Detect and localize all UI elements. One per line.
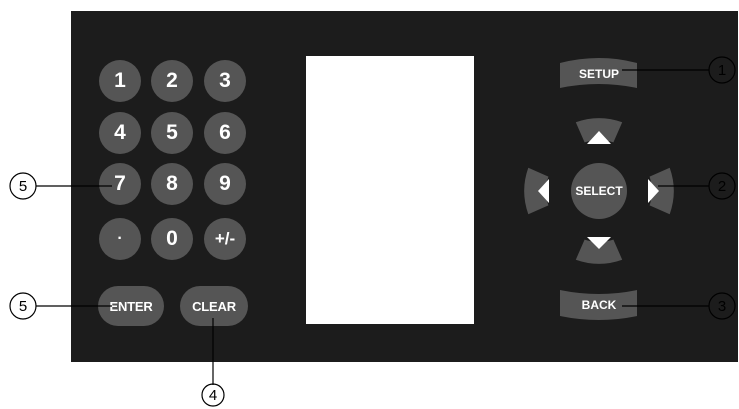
- callout-2-number: 2: [718, 178, 726, 195]
- callout-1-number: 1: [718, 62, 726, 79]
- back-label: BACK: [582, 298, 617, 312]
- diagram-overlay: SETUP BACK SELECT 1 2 3 4 5 5: [9, 56, 736, 407]
- callout-5-enter-number: 5: [19, 298, 27, 315]
- callout-3-number: 3: [718, 298, 726, 315]
- select-label: SELECT: [575, 184, 623, 198]
- setup-label: SETUP: [579, 67, 619, 81]
- callout-5-keypad-number: 5: [19, 178, 27, 195]
- callout-4-number: 4: [209, 387, 217, 404]
